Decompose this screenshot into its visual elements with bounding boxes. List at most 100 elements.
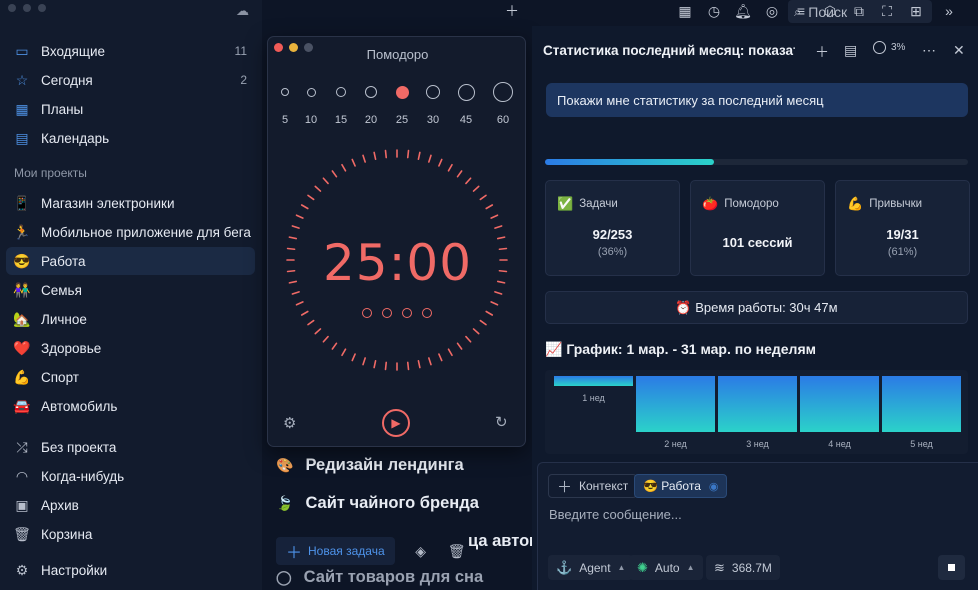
- progress-bar: [545, 159, 968, 165]
- plus-icon[interactable]: ＋: [503, 2, 521, 20]
- circle-icon: ◯: [276, 569, 292, 585]
- tag-icon[interactable]: ⬡: [821, 2, 839, 20]
- chart-bar: [636, 376, 715, 432]
- chart-tick-label: 2 нед: [664, 439, 687, 449]
- archive-icon[interactable]: ▤: [844, 42, 857, 59]
- play-button[interactable]: ▶: [382, 409, 410, 437]
- database-icon: ≋: [714, 559, 725, 575]
- stat-card-pomodoro: 🍅 Помодоро 101 сессий: [690, 180, 825, 276]
- duration-option-25[interactable]: 25: [387, 82, 417, 126]
- dial-tick: [479, 319, 487, 326]
- gear-icon[interactable]: ⚙: [283, 414, 296, 432]
- duration-option-45[interactable]: 45: [451, 82, 481, 126]
- sidebar-item-trash[interactable]: 🗑 Корзина: [6, 520, 255, 548]
- duration-label: 45: [459, 114, 473, 126]
- duration-option-20[interactable]: 20: [356, 82, 386, 126]
- token-usage[interactable]: ≋ 368.7M: [706, 555, 780, 580]
- dial-tick: [373, 151, 377, 161]
- dial-tick: [456, 342, 463, 350]
- sidebar-project-car[interactable]: 🚘 Автомобиль: [6, 392, 255, 420]
- eye-icon[interactable]: ◉: [709, 480, 719, 493]
- sidebar-project-running-app[interactable]: 🏃 Мобильное приложение для бега: [6, 218, 255, 246]
- stopwatch-icon[interactable]: ◷: [705, 2, 723, 20]
- message-composer: ＋ Контекст 😎 Работа ◉ ⚓ Agent ▲ ✺ Auto ▲…: [537, 462, 978, 590]
- house-icon: 🏡: [13, 310, 31, 327]
- chart-tick-label: 5 нед: [910, 439, 933, 449]
- progress-bar-fill: [545, 159, 715, 165]
- stop-icon: [948, 564, 955, 571]
- sidebar-project-family[interactable]: 👫 Семья: [6, 276, 255, 304]
- heart-icon: ❤️: [13, 339, 31, 356]
- chart-tick-label: 3 нед: [746, 439, 769, 449]
- duration-option-15[interactable]: 15: [326, 82, 356, 126]
- weekly-chart: 1 нед 2 нед 3 нед 4 нед 5 нед: [545, 370, 968, 454]
- message-input[interactable]: [549, 507, 969, 547]
- chevrons-right-icon[interactable]: »: [940, 2, 958, 20]
- sidebar-item-settings[interactable]: ⚙ Настройки: [6, 556, 255, 584]
- sidebar-item-someday[interactable]: ◠ Когда-нибудь: [6, 462, 255, 490]
- cloud-sync-icon[interactable]: ☁: [236, 3, 249, 19]
- sidebar-project-health[interactable]: ❤️ Здоровье: [6, 334, 255, 362]
- calendar-icon[interactable]: ▦: [676, 2, 694, 20]
- close-icon[interactable]: ✕: [953, 42, 965, 59]
- more-icon[interactable]: ⋯: [922, 42, 936, 59]
- dial-tick: [384, 361, 388, 371]
- sidebar-project-electronics[interactable]: 📱 Магазин электроники: [6, 189, 255, 217]
- focus-icon[interactable]: ⛶: [878, 2, 896, 20]
- plus-icon[interactable]: ＋: [815, 42, 829, 62]
- add-window-icon[interactable]: ⊞: [907, 2, 925, 20]
- sidebar-item-inbox[interactable]: ▭ Входящие 11: [6, 37, 255, 65]
- rainbow-icon: ◠: [15, 467, 29, 484]
- new-task-button[interactable]: ＋ Новая задача: [276, 537, 395, 565]
- today-count: 2: [240, 73, 247, 87]
- duration-circle: [395, 85, 409, 99]
- layers-icon[interactable]: ◈: [411, 543, 431, 560]
- context-usage[interactable]: 3%: [873, 41, 905, 54]
- sidebar-project-personal[interactable]: 🏡 Личное: [6, 305, 255, 333]
- task-item[interactable]: 🍃 Сайт чайного бренда: [276, 494, 479, 513]
- duration-circle: [457, 83, 475, 101]
- bell-icon[interactable]: 🔔︎: [734, 2, 752, 20]
- duration-option-60[interactable]: 60: [488, 82, 518, 126]
- duration-option-10[interactable]: 10: [296, 82, 326, 126]
- duration-option-30[interactable]: 30: [418, 82, 448, 126]
- dial-tick: [314, 328, 322, 335]
- sidebar-item-archive[interactable]: ▣ Архив: [6, 491, 255, 519]
- dial-tick: [490, 301, 499, 306]
- chevron-up-icon: ▲: [617, 563, 626, 572]
- sidebar-item-no-project[interactable]: ⤮ Без проекта: [6, 433, 255, 461]
- dial-tick: [362, 357, 366, 366]
- agent-mode-select[interactable]: ⚓ Agent ▲: [548, 555, 634, 580]
- task-item[interactable]: ца автом: [468, 532, 541, 551]
- dial-tick: [417, 151, 421, 161]
- target-icon[interactable]: ◎: [763, 2, 781, 20]
- project-context-chip[interactable]: 😎 Работа ◉: [634, 474, 728, 498]
- reset-icon[interactable]: ↻: [495, 413, 508, 431]
- task-item[interactable]: 🎨 Редизайн лендинга: [276, 456, 464, 475]
- dial-tick: [465, 335, 472, 343]
- filter-icon[interactable]: ≡: [792, 2, 810, 20]
- palette-icon: 🎨: [276, 457, 294, 473]
- sidebar-project-work[interactable]: 😎 Работа: [6, 247, 255, 275]
- sidebar-item-plans[interactable]: ▦ Планы: [6, 95, 255, 123]
- dial-tick: [341, 163, 347, 172]
- sidebar-project-sport[interactable]: 💪 Спорт: [6, 363, 255, 391]
- window-controls[interactable]: [8, 4, 46, 12]
- model-select[interactable]: ✺ Auto ▲: [629, 555, 703, 580]
- sidebar-item-today[interactable]: ☆ Сегодня 2: [6, 66, 255, 94]
- duration-circle: [365, 86, 377, 98]
- car-icon: 🚘: [13, 397, 31, 414]
- dial-tick: [428, 154, 432, 163]
- stop-button[interactable]: [938, 555, 965, 580]
- shuffle-icon: ⤮: [16, 438, 28, 455]
- dial-tick: [351, 158, 356, 167]
- dial-tick: [465, 177, 472, 185]
- export-icon[interactable]: ⧉: [850, 2, 868, 20]
- sidebar-item-calendar[interactable]: ▤ Календарь: [6, 124, 255, 152]
- trash-icon[interactable]: 🗑: [447, 543, 467, 560]
- phone-icon: 📱: [13, 194, 31, 211]
- plus-icon: ＋: [286, 545, 303, 562]
- dial-tick: [406, 149, 410, 159]
- add-context-button[interactable]: ＋ Контекст: [548, 474, 638, 498]
- task-item[interactable]: ◯ Сайт товаров для сна: [276, 568, 483, 587]
